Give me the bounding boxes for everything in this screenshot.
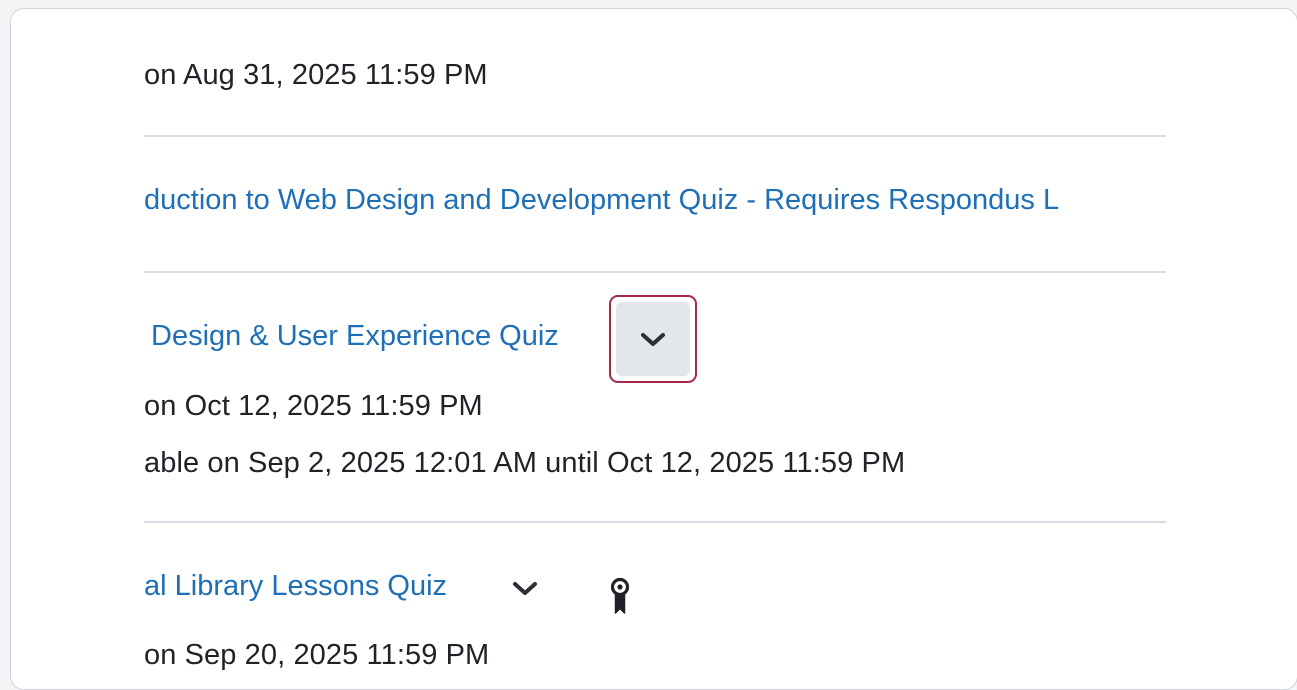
chevron-down-icon[interactable] [511, 579, 539, 599]
content-panel: on Aug 31, 2025 11:59 PM duction to Web … [10, 8, 1297, 690]
quiz-ux-link[interactable]: Design & User Experience Quiz [151, 320, 559, 353]
quiz-web-design-link[interactable]: duction to Web Design and Development Qu… [144, 184, 1059, 216]
ribbon-award-icon [610, 577, 630, 614]
quiz-ux-due-date: on Oct 12, 2025 11:59 PM [144, 390, 483, 422]
divider [144, 271, 1166, 273]
clipped-previous-title [221, 13, 473, 21]
previous-quiz-due-date: on Aug 31, 2025 11:59 PM [144, 59, 488, 91]
chevron-down-icon [641, 333, 665, 346]
divider [144, 521, 1166, 523]
quiz-ux-availability: able on Sep 2, 2025 12:01 AM until Oct 1… [144, 447, 906, 479]
quiz-library-due-date: on Sep 20, 2025 11:59 PM [144, 639, 490, 671]
quiz-web-design-row: duction to Web Design and Development Qu… [144, 184, 1166, 224]
quiz-ux-actions-button[interactable] [609, 295, 697, 383]
divider [144, 135, 1166, 137]
quiz-library-link[interactable]: al Library Lessons Quiz [144, 570, 447, 603]
